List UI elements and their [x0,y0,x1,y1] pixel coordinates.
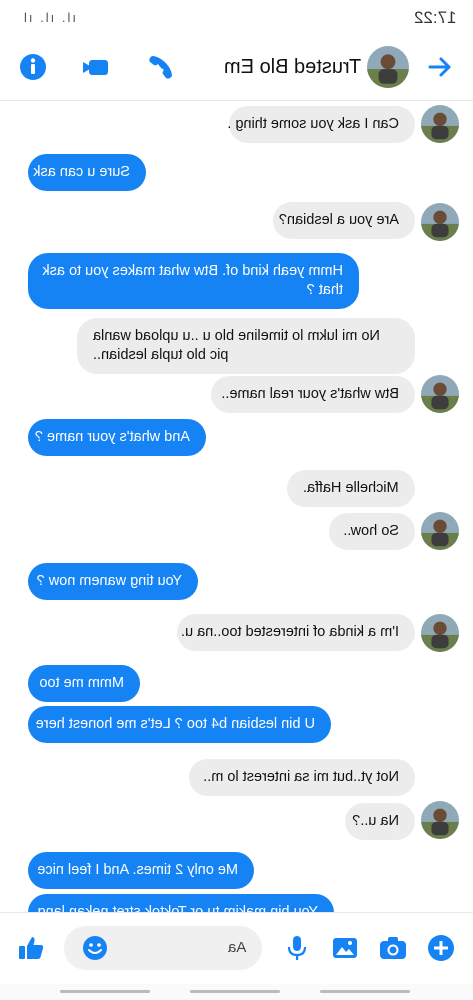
incoming-message[interactable]: Not yt..but mi sa interest lo m.. [189,759,415,796]
emoji-icon[interactable] [82,935,108,961]
avatar-image [421,801,459,839]
forward-arrow-icon[interactable] [425,52,455,82]
composer-bar: Aa [0,912,473,985]
message-text: Na u..? [352,813,399,829]
message-text: that ? [306,282,343,298]
contact-avatar-small[interactable] [421,614,459,652]
avatar-image [421,512,459,550]
message-text: U bin lesbian b4 too ? Let's me honest h… [35,716,315,732]
incoming-message[interactable]: Michelle Haffa. [287,470,415,507]
message-text: No mi lukm lo timeline blo u ..u upload … [93,328,380,344]
message-text: Michelle Haffa. [303,480,399,496]
message-text: You bin makim tu or Toktok stret nekan l… [37,904,319,912]
message-text: Can I ask you some thing . [227,116,399,132]
info-icon[interactable] [18,52,48,82]
incoming-message[interactable]: Are you a lesbian? [273,202,415,239]
nav-back-handle[interactable] [60,990,150,993]
message-text: You ting wanem now ? [36,573,182,589]
contact-name[interactable]: Trusted Blo Em [224,56,361,79]
message-list[interactable]: Can I ask you some thing . Sure u can as… [0,100,473,912]
contact-avatar-small[interactable] [421,203,459,241]
input-placeholder: Aa [227,939,246,956]
system-nav-bar [0,984,473,1000]
avatar-image [421,375,459,413]
outgoing-message[interactable]: You bin makim tu or Toktok stret nekan l… [28,894,334,912]
outgoing-message[interactable]: Mmm me too [28,665,140,702]
phone-icon[interactable] [146,52,176,82]
message-input[interactable]: Aa [64,926,262,970]
incoming-message[interactable]: So how.. [329,513,415,550]
camera-icon[interactable] [378,933,408,963]
message-text: pic blo tupla lesbian.. [93,347,229,363]
message-text: Not yt..but mi sa interest lo m.. [203,769,399,785]
video-call-icon[interactable] [80,52,110,82]
contact-avatar-small[interactable] [421,512,459,550]
status-time: 17:22 [414,8,457,27]
message-text: Me only 2 times. And I feel nice [37,862,238,878]
contact-avatar-small[interactable] [421,105,459,143]
chat-header: Trusted Blo Em [0,38,473,101]
message-text: Hmm yeah kind of. Btw what makes you to … [42,263,343,279]
avatar-image [421,614,459,652]
plus-icon[interactable] [426,933,456,963]
incoming-message[interactable]: Can I ask you some thing . [227,106,415,143]
contact-avatar-small[interactable] [421,801,459,839]
message-text: Mmm me too [39,675,124,691]
incoming-message[interactable]: Na u..? [345,803,415,840]
nav-home-handle[interactable] [190,990,280,993]
incoming-message[interactable]: No mi lukm lo timeline blo u ..u upload … [77,318,415,374]
outgoing-message[interactable]: And what's your name ? [28,419,206,456]
message-text: So how.. [343,523,399,539]
message-text: And what's your name ? [34,429,190,445]
message-text: Sure u can ask [33,164,130,180]
avatar-image [421,203,459,241]
contact-avatar[interactable] [367,46,409,88]
signal-indicators: ıl. ıl. ıl [22,10,76,25]
microphone-icon[interactable] [282,933,312,963]
incoming-message[interactable]: I'm a kinda of interested too..na u. [177,614,415,651]
message-text: Are you a lesbian? [278,212,399,228]
outgoing-message[interactable]: Me only 2 times. And I feel nice [28,852,254,889]
outgoing-message[interactable]: U bin lesbian b4 too ? Let's me honest h… [28,706,331,743]
incoming-message[interactable]: Btw what's your real name.. [211,376,415,413]
message-text: I'm a kinda of interested too..na u. [181,624,399,640]
status-bar: ıl. ıl. ıl 17:22 [0,0,473,38]
message-text: Btw what's your real name.. [221,386,399,402]
contact-avatar-small[interactable] [421,375,459,413]
avatar-image [367,46,409,88]
outgoing-message[interactable]: You ting wanem now ? [28,563,198,600]
thumbs-up-icon[interactable] [16,933,46,963]
avatar-image [421,105,459,143]
nav-recent-handle[interactable] [320,990,410,993]
outgoing-message[interactable]: Hmm yeah kind of. Btw what makes you to … [28,253,359,309]
gallery-icon[interactable] [330,933,360,963]
outgoing-message[interactable]: Sure u can ask [28,154,146,191]
